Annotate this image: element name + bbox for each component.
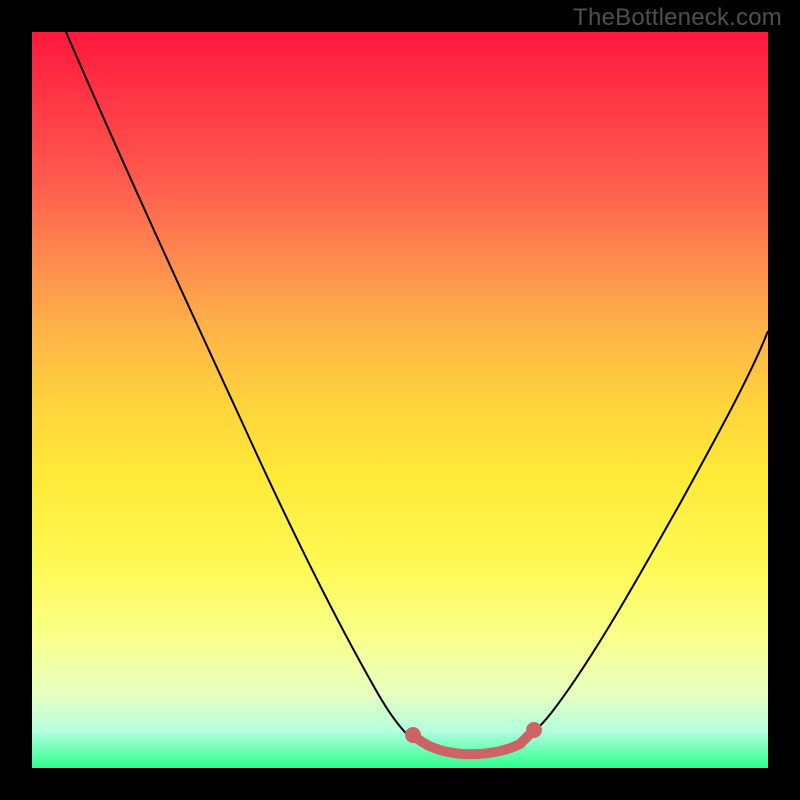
curve-layer [32,32,768,768]
highlight-end-dot [526,722,542,738]
watermark-text: TheBottleneck.com [573,4,782,32]
chart-frame: TheBottleneck.com [0,0,800,800]
bottleneck-curve [66,32,768,755]
highlight-segment [413,730,534,754]
plot-area [32,32,768,768]
highlight-start-dot [405,727,421,743]
